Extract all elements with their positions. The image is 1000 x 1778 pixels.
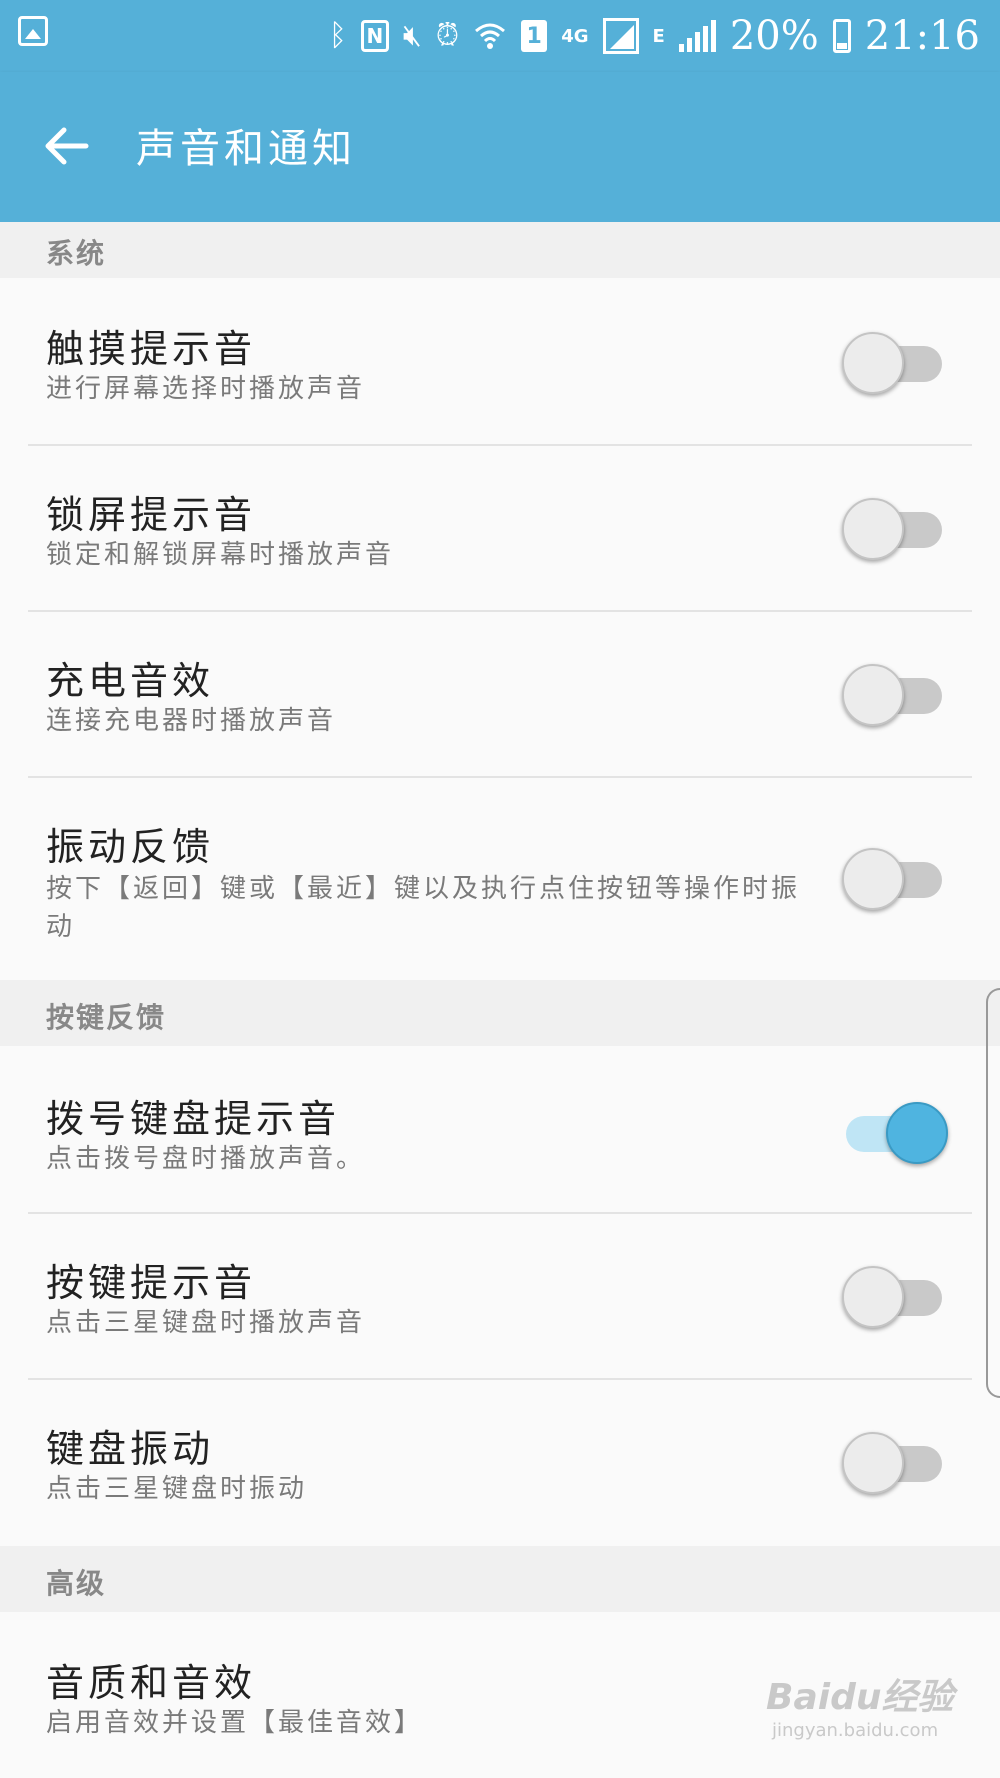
setting-subtitle: 点击拨号盘时播放声音。 xyxy=(46,1144,366,1174)
setting-lock-sound[interactable]: 锁屏提示音 锁定和解锁屏幕时播放声音 xyxy=(0,446,1000,610)
setting-subtitle: 按下【返回】键或【最近】键以及执行点住按钮等操作时振动 xyxy=(46,874,801,942)
nfc-icon: N xyxy=(360,20,389,52)
section-header-label: 按键反馈 xyxy=(46,1001,167,1034)
setting-title: 拨号键盘提示音 xyxy=(46,1097,341,1141)
setting-title: 振动反馈 xyxy=(46,825,215,869)
setting-vibration-feedback[interactable]: 振动反馈 按下【返回】键或【最近】键以及执行点住按钮等操作时振动 xyxy=(0,778,1000,980)
setting-title: 充电音效 xyxy=(46,659,215,703)
toggle-switch[interactable] xyxy=(842,1426,950,1494)
setting-title: 按键提示音 xyxy=(46,1261,257,1305)
section-header-system: 系统 xyxy=(0,222,1000,278)
toggle-switch[interactable] xyxy=(842,492,950,560)
arrow-back-icon[interactable] xyxy=(40,120,92,172)
setting-subtitle: 点击三星键盘时振动 xyxy=(46,1474,308,1504)
setting-key-sound[interactable]: 按键提示音 点击三星键盘时播放声音 xyxy=(0,1214,1000,1378)
section-header-label: 高级 xyxy=(46,1567,107,1600)
app-bar: 声音和通知 xyxy=(0,72,1000,222)
setting-subtitle: 点击三星键盘时播放声音 xyxy=(46,1308,366,1338)
setting-subtitle: 锁定和解锁屏幕时播放声音 xyxy=(46,540,395,570)
setting-keyboard-vibration[interactable]: 键盘振动 点击三星键盘时振动 xyxy=(0,1380,1000,1546)
toggle-switch[interactable] xyxy=(842,326,950,394)
signal-box-icon xyxy=(602,18,639,54)
toggle-switch[interactable] xyxy=(842,1096,950,1164)
section-header-advanced: 高级 xyxy=(0,1546,1000,1612)
clock: 21:16 xyxy=(864,13,980,59)
toggle-switch[interactable] xyxy=(842,658,950,726)
setting-subtitle: 进行屏幕选择时播放声音 xyxy=(46,374,366,404)
setting-dialpad-sound[interactable]: 拨号键盘提示音 点击拨号盘时播放声音。 xyxy=(0,1046,1000,1212)
section-header-label: 系统 xyxy=(46,237,107,270)
setting-subtitle: 连接充电器时播放声音 xyxy=(46,706,337,736)
scroll-edge-indicator xyxy=(986,988,1000,1398)
signal-icon xyxy=(678,20,716,52)
watermark: Baidu经验 jingyan.baidu.com xyxy=(766,1668,953,1741)
status-bar: ᛒ N 🔇︎ ⏰︎ 1 4G E 20% 21:16 xyxy=(0,0,1000,72)
toggle-switch[interactable] xyxy=(842,1260,950,1328)
setting-title: 键盘振动 xyxy=(46,1427,215,1471)
watermark-url: jingyan.baidu.com xyxy=(772,1720,939,1741)
mute-icon: 🔇︎ xyxy=(402,18,422,53)
status-icons: ᛒ N 🔇︎ ⏰︎ 1 4G E 20% 21:16 xyxy=(329,10,980,62)
setting-touch-sound[interactable]: 触摸提示音 进行屏幕选择时播放声音 xyxy=(0,278,1000,444)
wifi-icon xyxy=(475,23,506,49)
watermark-brand: Baidu经验 xyxy=(766,1677,954,1718)
toggle-switch[interactable] xyxy=(842,842,950,910)
setting-subtitle: 启用音效并设置【最佳音效】 xyxy=(46,1708,424,1738)
alarm-icon: ⏰︎ xyxy=(435,18,460,53)
section-header-key-feedback: 按键反馈 xyxy=(0,980,1000,1046)
bluetooth-icon: ᛒ xyxy=(328,18,347,53)
setting-title: 音质和音效 xyxy=(46,1661,257,1705)
battery-percent: 20% xyxy=(729,13,819,59)
setting-title: 触摸提示音 xyxy=(46,327,257,371)
sim-icon: 1 xyxy=(521,20,548,52)
network-type: 4G xyxy=(561,25,589,47)
setting-title: 锁屏提示音 xyxy=(46,493,257,537)
network-type-secondary: E xyxy=(652,25,665,47)
gallery-icon xyxy=(18,16,48,46)
battery-icon xyxy=(832,19,851,53)
page-title: 声音和通知 xyxy=(136,126,356,172)
setting-charging-sound[interactable]: 充电音效 连接充电器时播放声音 xyxy=(0,612,1000,776)
